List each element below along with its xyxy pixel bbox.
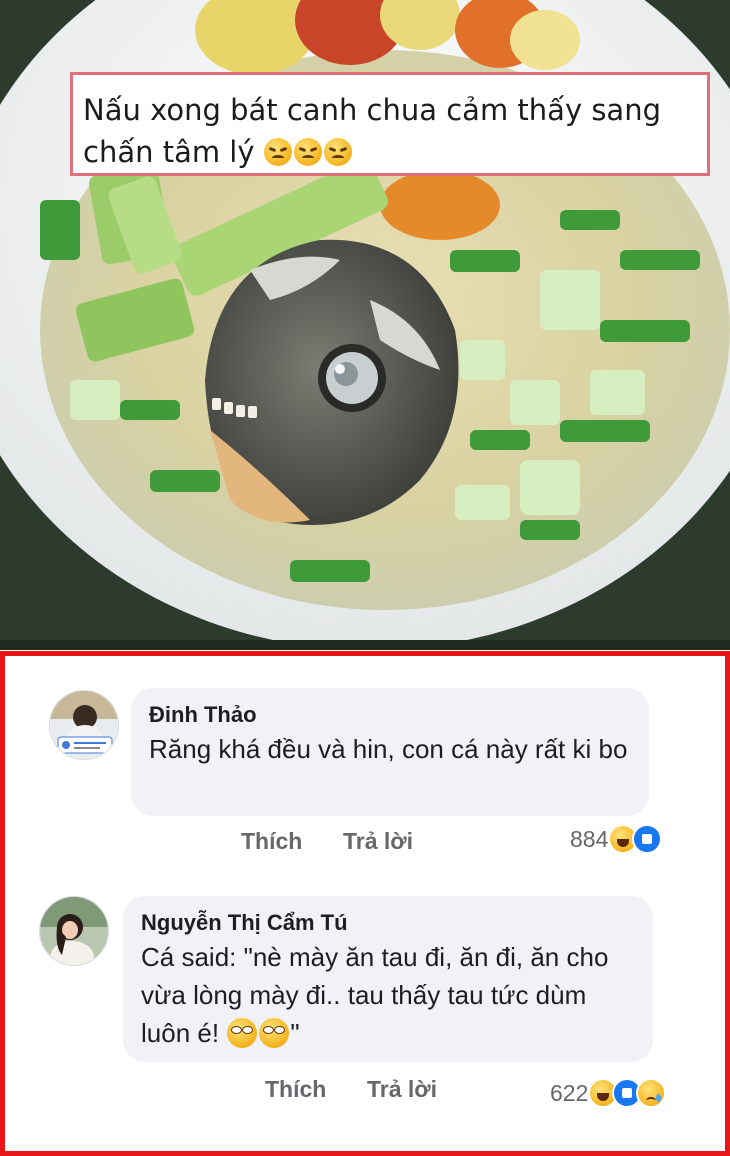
comments-panel: Đinh Thảo Răng khá đều và hin, con cá nà… [0,651,730,1156]
weary-face-emoji-icon [323,138,352,166]
rolling-eyes-emoji-icon [227,1018,258,1048]
reply-button[interactable]: Trả lời [367,1076,437,1103]
weary-face-emoji-icon [263,138,292,166]
comment-item: Nguyễn Thị Cẩm Tú Cá said: "nè mày ăn ta… [5,876,725,1146]
like-button[interactable]: Thích [265,1076,326,1103]
reaction-summary[interactable]: 622 [550,1078,667,1108]
avatar[interactable] [39,896,109,966]
comment-author[interactable]: Đinh Thảo [149,700,631,730]
reaction-summary[interactable]: 884 [570,824,663,854]
comment-text: Răng khá đều và hin, con cá này rất ki b… [149,734,628,764]
comment-bubble: Đinh Thảo Răng khá đều và hin, con cá nà… [131,688,649,816]
avatar[interactable] [49,690,119,760]
comment-bubble: Nguyễn Thị Cẩm Tú Cá said: "nè mày ăn ta… [123,896,653,1062]
like-reaction-icon [632,824,663,854]
comment-text-body: Cá said: "nè mày ăn tau đi, ăn đi, ăn ch… [141,942,609,1048]
post-photo: Nấu xong bát canh chua cảm thấy sang chấ… [0,0,730,650]
reply-button[interactable]: Trả lời [343,828,413,855]
comment-text: Cá said: "nè mày ăn tau đi, ăn đi, ăn ch… [141,938,635,1052]
comment-author[interactable]: Nguyễn Thị Cẩm Tú [141,908,635,938]
reaction-count: 884 [570,825,609,852]
post-caption: Nấu xong bát canh chua cảm thấy sang chấ… [70,72,710,176]
comment-item: Đinh Thảo Răng khá đều và hin, con cá nà… [5,656,725,876]
sad-reaction-icon [636,1078,667,1108]
rolling-eyes-emoji-icon [259,1018,290,1048]
weary-face-emoji-icon [293,138,322,166]
reaction-count: 622 [550,1079,589,1106]
profile-photo [50,691,118,759]
like-button[interactable]: Thích [241,828,302,855]
profile-photo [40,897,108,965]
comment-text-end: " [290,1018,300,1048]
caption-text: Nấu xong bát canh chua cảm thấy sang chấ… [83,93,661,169]
